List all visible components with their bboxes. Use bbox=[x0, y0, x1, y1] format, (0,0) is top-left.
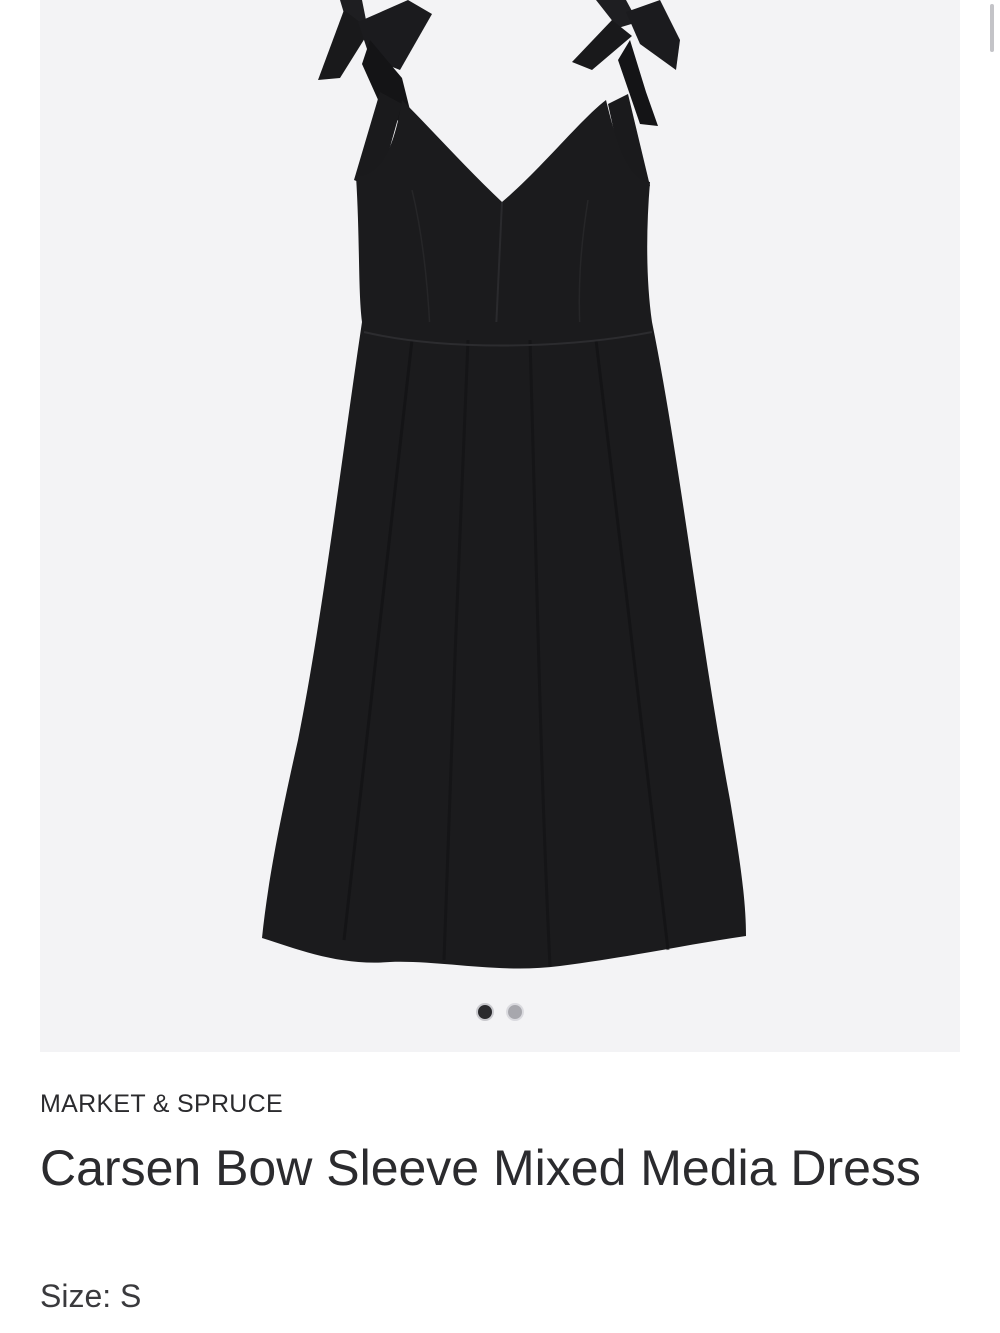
carousel-dot-1[interactable] bbox=[476, 1003, 494, 1021]
product-title: Carsen Bow Sleeve Mixed Media Dress bbox=[40, 1140, 921, 1196]
scrollbar[interactable] bbox=[990, 4, 994, 52]
dress-image bbox=[262, 0, 746, 969]
size-label: Size: S bbox=[40, 1278, 142, 1314]
carousel-dot-2[interactable] bbox=[506, 1003, 524, 1021]
carousel-indicator bbox=[40, 1003, 960, 1021]
product-image-carousel[interactable] bbox=[40, 0, 960, 1052]
brand-name[interactable]: MARKET & SPRUCE bbox=[40, 1090, 283, 1119]
product-page: MARKET & SPRUCE Carsen Bow Sleeve Mixed … bbox=[0, 0, 1000, 1333]
